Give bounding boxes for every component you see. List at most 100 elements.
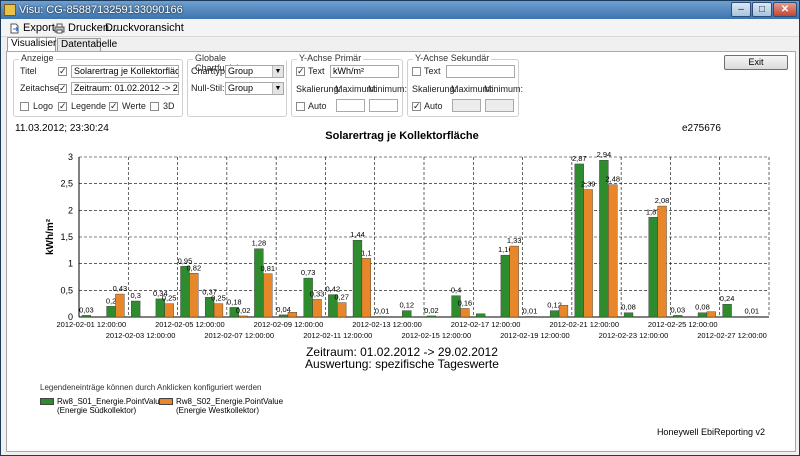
bar-south xyxy=(648,217,658,318)
bar-value-label: 0,01 xyxy=(375,306,390,315)
bar-value-label: 0,16 xyxy=(458,298,473,307)
bar-value-label: 0,03 xyxy=(79,305,94,314)
caption-evaluation: Auswertung: spezifische Tageswerte xyxy=(305,357,499,371)
bar-south xyxy=(697,312,708,318)
y-axis-label: kWh/m² xyxy=(45,218,56,255)
x-tick-label: 2012-02-17 12:00:00 xyxy=(451,320,521,329)
bar-value-label: 1,44 xyxy=(350,230,365,239)
bar-value-label: 0,3 xyxy=(130,291,140,300)
bar-west xyxy=(583,189,593,318)
bar-value-label: 0,27 xyxy=(334,293,349,302)
bar-south xyxy=(81,315,92,318)
x-tick-label: 2012-02-21 12:00:00 xyxy=(549,320,619,329)
bar-west xyxy=(706,311,716,318)
bar-south xyxy=(426,315,437,318)
bar-south xyxy=(623,312,634,318)
visualisierung-panel: Anzeige Titel ✓ Solarertrag je Kollektor… xyxy=(6,51,796,452)
bar-south xyxy=(747,316,757,318)
bar-south xyxy=(254,248,264,318)
bar-south xyxy=(673,315,683,318)
legend-note: Legendeneinträge können durch Anklicken … xyxy=(40,383,262,392)
print-preview-label: Druckvoransicht xyxy=(105,22,184,34)
x-tick-label: 2012-02-19 12:00:00 xyxy=(500,331,570,340)
bar-south xyxy=(722,303,732,318)
legend-west-line2: (Energie Westkollektor) xyxy=(176,406,259,415)
bar-west xyxy=(657,205,667,318)
bar-west xyxy=(164,303,174,318)
bar-south xyxy=(476,313,486,318)
x-tick-label: 2012-02-27 12:00:00 xyxy=(697,331,767,340)
bar-south xyxy=(402,310,412,318)
bar-value-label: 0,73 xyxy=(301,268,316,277)
minimize-button[interactable]: – xyxy=(731,2,751,17)
bar-south xyxy=(106,306,116,318)
export-label: Export xyxy=(23,22,55,34)
bar-value-label: 2,87 xyxy=(572,154,587,163)
x-tick-label: 2012-02-01 12:00:00 xyxy=(56,320,126,329)
brand-label: Honeywell EbiReporting v2 xyxy=(656,427,765,437)
legend-south-line2: (Energie Südkollektor) xyxy=(57,406,137,415)
close-button[interactable]: ✕ xyxy=(773,2,797,17)
bar-south xyxy=(525,316,535,318)
x-tick-label: 2012-02-07 12:00:00 xyxy=(204,331,274,340)
bar-value-label: 2,48 xyxy=(605,175,620,184)
bar-value-label: 0,24 xyxy=(720,294,735,303)
bar-value-label: 0,08 xyxy=(621,303,636,312)
maximize-button[interactable]: □ xyxy=(752,2,772,17)
export-button[interactable]: Export xyxy=(9,21,55,35)
bar-value-label: 0,4 xyxy=(451,286,461,295)
bar-value-label: 0,25 xyxy=(211,294,226,303)
bar-value-label: 1,28 xyxy=(252,239,267,248)
tab-visualisierung[interactable]: Visualisierung xyxy=(7,37,73,52)
bar-value-label: 0,02 xyxy=(236,306,251,315)
bar-west xyxy=(558,305,569,318)
bar-west xyxy=(263,273,273,318)
printer-icon xyxy=(54,23,65,33)
toolbar: Export Drucken... Druckvoransicht xyxy=(1,19,799,37)
bar-south xyxy=(180,266,190,318)
bar-value-label: 0,25 xyxy=(162,294,177,303)
x-tick-label: 2012-02-09 12:00:00 xyxy=(254,320,324,329)
bar-value-label: 0,43 xyxy=(113,284,128,293)
x-tick-label: 2012-02-05 12:00:00 xyxy=(155,320,225,329)
bar-value-label: 0,81 xyxy=(260,264,275,273)
x-tick-label: 2012-02-03 12:00:00 xyxy=(106,331,176,340)
bar-west xyxy=(287,312,298,318)
x-tick-label: 2012-02-23 12:00:00 xyxy=(599,331,669,340)
window-title: Visu: CG-8588713259133090166 xyxy=(19,4,183,16)
x-tick-label: 2012-02-15 12:00:00 xyxy=(401,331,471,340)
bar-value-label: 0,02 xyxy=(424,306,439,315)
legend-west-line1: Rw8_S02_Energie.PointValue xyxy=(176,397,284,406)
bar-value-label: 0,12 xyxy=(399,301,414,310)
bar-value-label: 0,01 xyxy=(523,306,538,315)
bar-south xyxy=(131,300,141,318)
bar-south xyxy=(500,254,510,318)
legend-swatch-south xyxy=(40,398,54,405)
bar-value-label: 2,08 xyxy=(655,196,670,205)
bar-value-label: 1,1 xyxy=(361,248,371,257)
bar-west xyxy=(189,273,199,318)
bar-value-label: 0,2 xyxy=(106,296,116,305)
bar-west xyxy=(337,302,347,318)
bar-west xyxy=(213,303,224,318)
bar-value-label: 0,03 xyxy=(671,305,686,314)
bar-south xyxy=(278,314,289,318)
bar-value-label: 2,39 xyxy=(581,180,596,189)
legend-south-line1: Rw8_S01_Energie.PointValue xyxy=(57,397,165,406)
y-tick-label: 3 xyxy=(68,152,73,162)
bar-west xyxy=(115,293,125,318)
legend-item-west[interactable]: Rw8_S02_Energie.PointValue (Energie Westk… xyxy=(159,397,283,415)
bar-west xyxy=(509,245,519,318)
bar-value-label: 0,33 xyxy=(310,289,325,298)
bar-value-label: 0,08 xyxy=(695,303,710,312)
bar-south xyxy=(549,310,560,318)
title-bar[interactable]: Visu: CG-8588713259133090166 – □ ✕ xyxy=(1,1,799,19)
y-tick-label: 1,5 xyxy=(60,232,73,242)
y-tick-label: 1 xyxy=(68,259,73,269)
print-preview-button[interactable]: Druckvoransicht xyxy=(105,21,184,35)
bar-south xyxy=(377,316,387,318)
legend-swatch-west xyxy=(159,398,173,405)
tab-datentabelle[interactable]: Datentabelle xyxy=(57,38,117,52)
x-tick-label: 2012-02-13 12:00:00 xyxy=(352,320,422,329)
legend-item-south[interactable]: Rw8_S01_Energie.PointValue (Energie Südko… xyxy=(40,397,164,415)
